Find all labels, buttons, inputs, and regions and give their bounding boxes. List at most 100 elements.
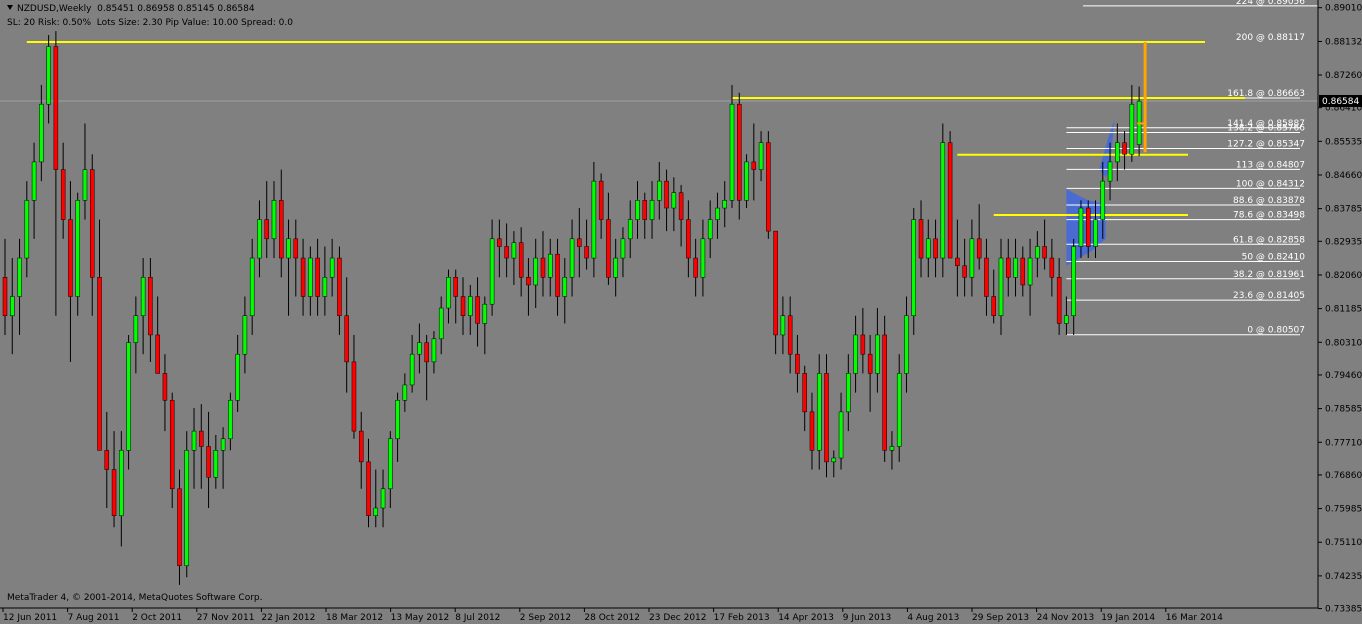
chart-title: NZDUSD,Weekly 0.85451 0.86958 0.85145 0.… bbox=[7, 4, 255, 14]
candle-body bbox=[249, 257, 255, 316]
fib-label: 127.2 @ 0.85347 bbox=[1227, 140, 1305, 150]
candle-body bbox=[976, 238, 982, 259]
candle-body bbox=[271, 200, 277, 240]
candle-body bbox=[853, 334, 858, 374]
time-tick-label: 28 Oct 2012 bbox=[584, 613, 640, 623]
dropdown-triangle-icon[interactable] bbox=[7, 5, 13, 10]
time-tick-label: 14 Apr 2013 bbox=[778, 613, 834, 623]
candle-body bbox=[860, 334, 866, 355]
fib-label: 138.2 @ 0.85766 bbox=[1227, 123, 1305, 133]
candle-body bbox=[838, 411, 844, 459]
candle-body bbox=[497, 238, 502, 247]
candle-body bbox=[191, 430, 197, 451]
fib-label: 0 @ 0.80507 bbox=[1247, 326, 1305, 336]
candle-body bbox=[300, 257, 306, 297]
candle-body bbox=[998, 257, 1004, 316]
time-tick-label: 27 Nov 2011 bbox=[197, 613, 255, 623]
time-tick-label: 8 Jul 2012 bbox=[455, 613, 500, 623]
candle-body bbox=[460, 296, 466, 316]
candle-body bbox=[584, 246, 589, 259]
fib-label: 78.6 @ 0.83498 bbox=[1233, 211, 1305, 221]
candle-body bbox=[1006, 257, 1011, 278]
candle-body bbox=[904, 315, 909, 374]
candle-body bbox=[882, 334, 887, 451]
price-chart[interactable]: 224 @ 0.89056200 @ 0.88117161.8 @ 0.8666… bbox=[0, 0, 1362, 624]
candle-body bbox=[75, 200, 80, 297]
candle-body bbox=[642, 200, 648, 220]
price-tick-label: 0.73385 bbox=[1325, 605, 1362, 615]
candle-body bbox=[1115, 142, 1120, 163]
candle-body bbox=[199, 430, 204, 447]
candle-body bbox=[409, 353, 415, 386]
candle-body bbox=[308, 257, 313, 297]
candle-body bbox=[526, 277, 531, 286]
candle-body bbox=[693, 257, 698, 278]
candle-body bbox=[518, 242, 524, 278]
candle-body bbox=[671, 192, 677, 209]
candle-body bbox=[955, 257, 960, 266]
fib-label: 23.6 @ 0.81405 bbox=[1233, 291, 1305, 301]
candle-body bbox=[984, 257, 989, 297]
candle-body bbox=[184, 450, 189, 566]
candle-body bbox=[751, 161, 757, 170]
candle-body bbox=[10, 296, 15, 316]
candle-body bbox=[613, 257, 618, 278]
candle-body bbox=[809, 411, 815, 451]
candle-body bbox=[504, 246, 509, 259]
candle-body bbox=[53, 46, 59, 170]
candle-body bbox=[577, 238, 582, 247]
candle-body bbox=[235, 353, 240, 401]
candle-body bbox=[358, 430, 364, 463]
time-tick-label: 2 Sep 2012 bbox=[520, 613, 571, 623]
time-tick-label: 16 Mar 2014 bbox=[1166, 613, 1223, 623]
current-price-tag: 0.86584 bbox=[1319, 94, 1362, 107]
time-tick-label: 23 Dec 2012 bbox=[649, 613, 707, 623]
candle-body bbox=[60, 169, 66, 220]
price-tick-label: 0.83785 bbox=[1325, 205, 1362, 215]
candle-body bbox=[322, 277, 328, 297]
candle-body bbox=[286, 238, 291, 259]
candle-body bbox=[875, 334, 880, 374]
price-tick-label: 0.78585 bbox=[1325, 405, 1362, 415]
copyright-text: MetaTrader 4, © 2001-2014, MetaQuotes So… bbox=[7, 593, 263, 603]
price-tick-label: 0.89010 bbox=[1325, 4, 1362, 14]
time-tick-label: 9 Jun 2013 bbox=[843, 613, 891, 623]
price-tick-label: 0.85535 bbox=[1325, 137, 1362, 147]
candle-body bbox=[707, 219, 713, 240]
candle-body bbox=[148, 277, 153, 336]
price-tick-label: 0.87260 bbox=[1325, 71, 1362, 81]
candle-body bbox=[737, 103, 742, 201]
fib-label: 224 @ 0.89056 bbox=[1236, 0, 1305, 7]
candle-body bbox=[293, 238, 299, 259]
candle-body bbox=[82, 169, 88, 201]
candle-body bbox=[97, 277, 102, 451]
candle-body bbox=[162, 373, 168, 401]
candle-body bbox=[889, 446, 895, 451]
candle-body bbox=[598, 180, 604, 220]
candle-body bbox=[2, 277, 8, 316]
candle-body bbox=[140, 277, 146, 316]
candle-body bbox=[569, 238, 575, 278]
candle-body bbox=[1064, 315, 1069, 324]
candle-body bbox=[795, 353, 800, 374]
time-tick-label: 19 Jan 2014 bbox=[1101, 613, 1155, 623]
candle-body bbox=[664, 180, 669, 209]
candle-body bbox=[824, 373, 829, 463]
candle-body bbox=[351, 361, 357, 432]
candle-body bbox=[933, 238, 938, 259]
candle-body bbox=[802, 373, 807, 413]
candle-body bbox=[1049, 257, 1055, 278]
candle-body bbox=[591, 180, 597, 259]
time-tick-label: 4 Aug 2013 bbox=[907, 613, 959, 623]
candle-body bbox=[329, 257, 335, 278]
candle-body bbox=[257, 219, 262, 259]
candle-body bbox=[686, 219, 691, 259]
fib-label: 50 @ 0.82410 bbox=[1242, 253, 1306, 263]
price-tick-label: 0.82060 bbox=[1325, 271, 1362, 281]
candle-body bbox=[111, 469, 117, 516]
candle-body bbox=[867, 353, 873, 374]
time-tick-label: 22 Jan 2012 bbox=[261, 613, 315, 623]
candle-body bbox=[453, 277, 458, 297]
candle-body bbox=[1100, 180, 1106, 220]
time-tick-label: 13 May 2012 bbox=[391, 613, 450, 623]
